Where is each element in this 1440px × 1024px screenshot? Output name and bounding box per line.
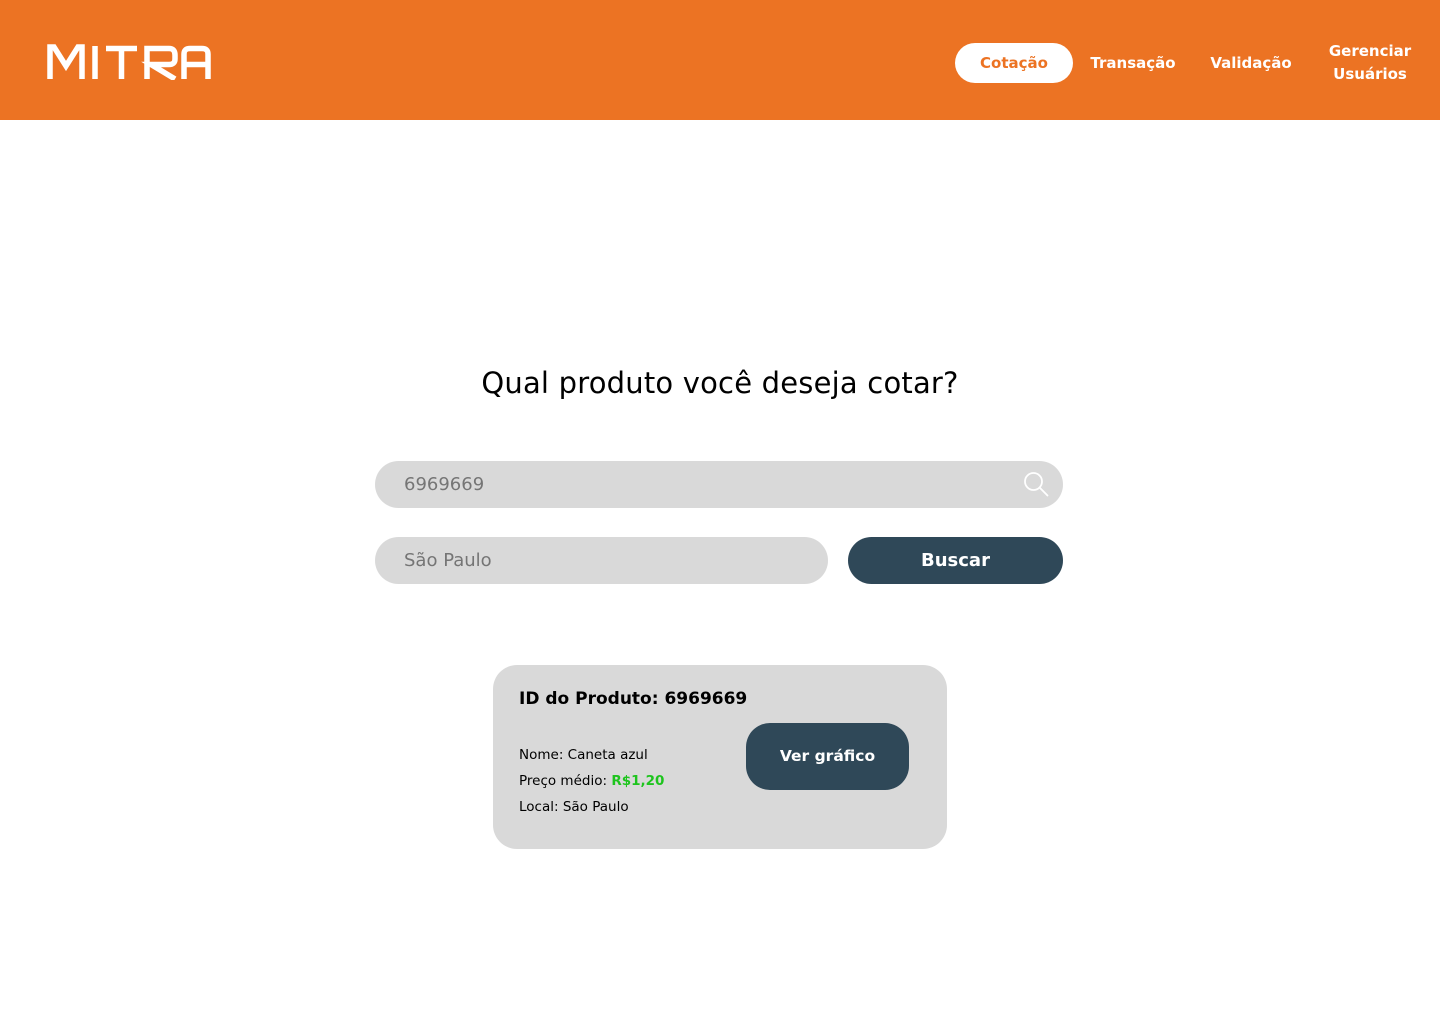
product-price-value: R$1,20 xyxy=(611,773,665,789)
nav-gerenciar-usuarios[interactable]: Gerenciar Usuários xyxy=(1318,40,1422,86)
ver-grafico-button[interactable]: Ver gráfico xyxy=(746,723,909,790)
product-search-field[interactable] xyxy=(375,461,1063,508)
nav-cotacao[interactable]: Cotação xyxy=(955,43,1073,83)
product-search-input[interactable] xyxy=(404,461,1004,508)
product-price-label: Preço médio: xyxy=(519,773,612,789)
product-id-title: ID do Produto: 6969669 xyxy=(519,689,747,709)
product-result-card: ID do Produto: 6969669 Nome: Caneta azul… xyxy=(493,665,947,849)
nav-gerenciar-line1: Gerenciar xyxy=(1328,42,1412,60)
location-input[interactable] xyxy=(404,537,804,584)
nav-transacao[interactable]: Transação xyxy=(1083,52,1183,74)
page-question: Qual produto você deseja cotar? xyxy=(481,366,959,400)
location-field[interactable] xyxy=(375,537,828,584)
nav-gerenciar-line2: Usuários xyxy=(1333,65,1407,83)
buscar-button[interactable]: Buscar xyxy=(848,537,1063,584)
product-price-row: Preço médio: R$1,20 xyxy=(519,768,664,794)
search-icon[interactable] xyxy=(1023,471,1049,497)
product-name-value: Caneta azul xyxy=(567,747,648,763)
main-nav: Cotação Transação Validação Gerenciar Us… xyxy=(0,0,1440,120)
product-location-value: São Paulo xyxy=(562,799,629,815)
product-location-row: Local: São Paulo xyxy=(519,794,664,820)
product-name-label: Nome: xyxy=(519,747,568,763)
product-location-label: Local: xyxy=(519,799,563,815)
product-info: Nome: Caneta azul Preço médio: R$1,20 Lo… xyxy=(519,742,664,820)
nav-validacao[interactable]: Validação xyxy=(1200,52,1302,74)
product-id-value: 6969669 xyxy=(664,689,748,709)
product-name-row: Nome: Caneta azul xyxy=(519,742,664,768)
app-header: Cotação Transação Validação Gerenciar Us… xyxy=(0,0,1440,120)
product-id-label: ID do Produto: xyxy=(519,689,665,709)
